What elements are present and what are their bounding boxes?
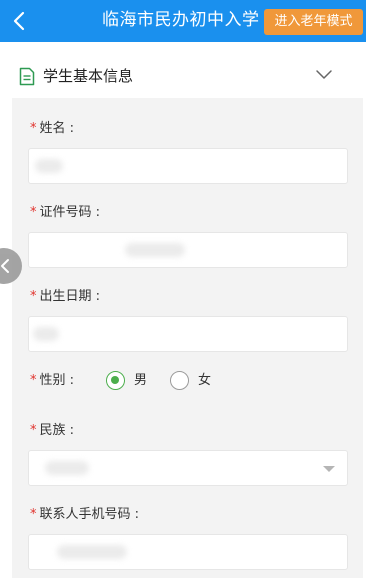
redacted-value <box>57 545 127 559</box>
gender-option-female[interactable]: 女 <box>170 370 230 392</box>
gender-option-male[interactable]: 男 <box>106 370 166 392</box>
birth-date-label: * 出生日期 : <box>30 289 101 304</box>
required-mark: * <box>30 423 37 438</box>
redacted-value <box>45 461 89 475</box>
ethnicity-select[interactable] <box>28 450 348 486</box>
elder-mode-button[interactable]: 进入老年模式 <box>264 9 363 35</box>
phone-field[interactable] <box>28 534 348 570</box>
required-mark: * <box>30 205 37 220</box>
app-header: 临海市民办初中入学 进入老年模式 <box>0 0 366 42</box>
redacted-value <box>33 327 59 341</box>
phone-label: * 联系人手机号码 : <box>30 507 140 522</box>
section-title: 学生基本信息 <box>43 67 134 85</box>
caret-down-icon <box>323 466 335 472</box>
back-button[interactable] <box>6 7 36 35</box>
redacted-value <box>35 159 63 173</box>
required-mark: * <box>30 373 37 388</box>
name-field[interactable] <box>28 148 348 184</box>
gender-option-label: 女 <box>198 373 212 388</box>
required-mark: * <box>30 507 37 522</box>
required-mark: * <box>30 121 37 136</box>
birth-date-field[interactable] <box>28 316 348 352</box>
required-mark: * <box>30 289 37 304</box>
ethnicity-label: * 民族 : <box>30 423 75 438</box>
document-icon <box>19 67 35 86</box>
section-header-student-info[interactable]: 学生基本信息 <box>0 54 366 98</box>
id-number-field[interactable] <box>28 232 348 268</box>
name-label: * 姓名 : <box>30 121 75 136</box>
gender-label: * 性别 : <box>30 373 75 388</box>
chevron-down-icon[interactable] <box>315 69 333 81</box>
page-title: 临海市民办初中入学 <box>102 10 260 30</box>
radio-unchecked-icon[interactable] <box>170 371 189 390</box>
chevron-left-icon <box>13 11 25 31</box>
chevron-left-icon <box>1 259 9 273</box>
redacted-value <box>125 243 185 257</box>
radio-checked-icon[interactable] <box>106 371 125 390</box>
id-number-label: * 证件号码 : <box>30 205 101 220</box>
gender-option-label: 男 <box>134 373 148 388</box>
